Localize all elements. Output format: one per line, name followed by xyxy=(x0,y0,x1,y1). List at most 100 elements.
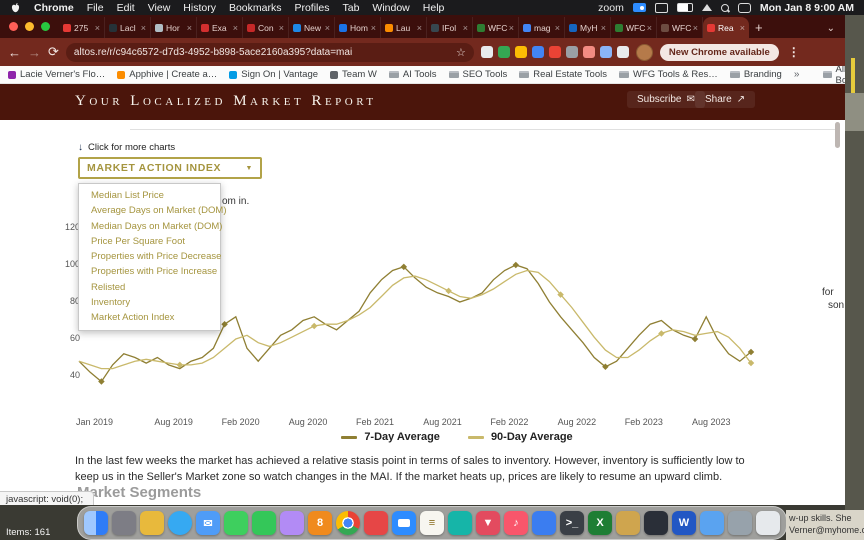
dock-icon-onedrive[interactable] xyxy=(700,511,724,535)
close-tab-icon[interactable]: × xyxy=(740,23,745,33)
extension-8-icon[interactable] xyxy=(599,46,612,58)
subscribe-button[interactable]: Subscribe ✉ xyxy=(627,91,705,108)
dock-icon-chrome[interactable] xyxy=(336,511,360,535)
dock-icon-music[interactable]: ♪ xyxy=(504,511,528,535)
dock-icon-keynote[interactable] xyxy=(644,511,668,535)
close-tab-icon[interactable]: × xyxy=(647,23,652,33)
new-tab-button[interactable]: + xyxy=(749,20,769,38)
click-more-charts[interactable]: ↓ Click for more charts xyxy=(78,142,175,153)
zoom-window-button[interactable] xyxy=(41,22,50,31)
dock-icon-zoom[interactable] xyxy=(392,511,416,535)
dock-icon-reminders[interactable] xyxy=(364,511,388,535)
close-tab-icon[interactable]: × xyxy=(371,23,376,33)
apple-logo-icon[interactable] xyxy=(10,2,21,14)
extension-1-icon[interactable] xyxy=(480,46,493,58)
close-tab-icon[interactable]: × xyxy=(279,23,284,33)
zoom-camera-icon[interactable] xyxy=(632,3,646,12)
tab-ifol-8[interactable]: IFol × xyxy=(427,17,473,38)
tab-wfc-9[interactable]: WFC × xyxy=(473,17,519,38)
dock-icon-notes[interactable]: ≡ xyxy=(420,511,444,535)
control-center-icon[interactable] xyxy=(737,2,751,13)
close-tab-icon[interactable]: × xyxy=(509,23,514,33)
browser-menu-icon[interactable]: ⋮ xyxy=(786,45,802,59)
close-tab-icon[interactable]: × xyxy=(325,23,330,33)
menu-chrome[interactable]: Chrome xyxy=(34,2,74,14)
menu-item-price-per-square-foot[interactable]: Price Per Square Foot xyxy=(79,234,220,249)
close-tab-icon[interactable]: × xyxy=(693,23,698,33)
bookmark-apphive-create-a-[interactable]: Apphive | Create a… xyxy=(117,69,217,80)
dock-icon-docs[interactable] xyxy=(532,511,556,535)
tab-rea-14[interactable]: Rea × xyxy=(703,17,749,38)
dock-icon-trash[interactable] xyxy=(756,511,780,535)
forward-button[interactable]: → xyxy=(28,45,41,60)
dock-icon-messages[interactable] xyxy=(224,511,248,535)
bookmark-ai-tools[interactable]: AI Tools xyxy=(388,69,437,80)
reload-button[interactable]: ⟳ xyxy=(48,44,59,60)
dock-icon-launchpad[interactable] xyxy=(112,511,136,535)
tab-exa-3[interactable]: Exa × xyxy=(197,17,243,38)
dock-icon-safari[interactable] xyxy=(168,511,192,535)
tab-lacl-1[interactable]: Lacl × xyxy=(105,17,151,38)
menu-item-market-action-index[interactable]: Market Action Index xyxy=(79,310,220,325)
dock-icon-terminal[interactable]: >_ xyxy=(560,511,584,535)
bookmark-wfg-tools-res-[interactable]: WFG Tools & Res… xyxy=(618,69,718,80)
spotlight-search-icon[interactable] xyxy=(720,3,729,12)
menu-item-median-days-on-market-dom-[interactable]: Median Days on Market (DOM) xyxy=(79,219,222,234)
url-text[interactable]: altos.re/r/c94c6572-d7d3-4952-b898-5ace2… xyxy=(74,47,450,58)
tab-search-chevron-icon[interactable]: ⌄ xyxy=(827,23,845,38)
menu-bar-clock[interactable]: Mon Jan 8 9:00 AM xyxy=(760,2,854,14)
close-tab-icon[interactable]: × xyxy=(463,23,468,33)
menu-view[interactable]: View xyxy=(148,2,171,14)
menu-profiles[interactable]: Profiles xyxy=(294,2,329,14)
dock-icon-maps[interactable]: ▼ xyxy=(476,511,500,535)
bookmarks-overflow-chevron[interactable]: » xyxy=(794,69,800,80)
address-bar[interactable]: altos.re/r/c94c6572-d7d3-4952-b898-5ace2… xyxy=(65,42,474,62)
extension-9-icon[interactable] xyxy=(616,46,629,58)
menu-tab[interactable]: Tab xyxy=(342,2,359,14)
dock-icon-folder[interactable] xyxy=(616,511,640,535)
close-tab-icon[interactable]: × xyxy=(233,23,238,33)
display-icon[interactable] xyxy=(654,2,668,13)
tab-hom-6[interactable]: Hom × xyxy=(335,17,381,38)
close-window-button[interactable] xyxy=(9,22,18,31)
menu-item-properties-with-price-decrease[interactable]: Properties with Price Decrease xyxy=(79,249,221,264)
bookmark-sign-on-vantage[interactable]: Sign On | Vantage xyxy=(229,69,318,80)
bookmark-branding[interactable]: Branding xyxy=(729,69,782,80)
dock-icon-finder[interactable] xyxy=(84,511,108,535)
dock-icon-excel[interactable]: X xyxy=(588,511,612,535)
page-scrollbar[interactable] xyxy=(835,122,840,148)
close-tab-icon[interactable]: × xyxy=(555,23,560,33)
tab-new-5[interactable]: New × xyxy=(289,17,335,38)
dock-icon-app-library[interactable] xyxy=(140,511,164,535)
extension-2-icon[interactable] xyxy=(497,46,510,58)
close-tab-icon[interactable]: × xyxy=(601,23,606,33)
tab-con-4[interactable]: Con × xyxy=(243,17,289,38)
extension-3-icon[interactable] xyxy=(514,46,527,58)
menu-item-properties-with-price-increase[interactable]: Properties with Price Increase xyxy=(79,264,220,279)
tab-mag-10[interactable]: mag × xyxy=(519,17,565,38)
tab-275-0[interactable]: 275 × xyxy=(59,17,105,38)
dock-icon-teams[interactable] xyxy=(448,511,472,535)
menu-item-average-days-on-market-dom-[interactable]: Average Days on Market (DOM) xyxy=(79,203,227,218)
zoom-menu-label[interactable]: zoom xyxy=(598,2,624,14)
extension-7-icon[interactable] xyxy=(582,46,595,58)
chrome-update-button[interactable]: New Chrome available xyxy=(659,43,779,61)
chart-select-dropdown[interactable]: Market Action Index ▼ xyxy=(78,157,262,179)
close-tab-icon[interactable]: × xyxy=(141,23,146,33)
tab-wfc-12[interactable]: WFC × xyxy=(611,17,657,38)
minimize-window-button[interactable] xyxy=(25,22,34,31)
menu-item-median-list-price[interactable]: Median List Price xyxy=(79,188,220,203)
bookmark-team-w[interactable]: Team W xyxy=(330,69,377,80)
battery-icon[interactable] xyxy=(676,3,693,12)
menu-edit[interactable]: Edit xyxy=(117,2,135,14)
tab-myh-11[interactable]: MyH × xyxy=(565,17,611,38)
share-button[interactable]: Share ↗ xyxy=(695,91,756,108)
menu-item-inventory[interactable]: Inventory xyxy=(79,295,220,310)
tab-wfc-13[interactable]: WFC × xyxy=(657,17,703,38)
close-tab-icon[interactable]: × xyxy=(417,23,422,33)
menu-help[interactable]: Help xyxy=(423,2,445,14)
bookmark-real-estate-tools[interactable]: Real Estate Tools xyxy=(519,69,607,80)
menu-window[interactable]: Window xyxy=(372,2,409,14)
extension-6-icon[interactable] xyxy=(565,46,578,58)
dock-icon-facetime[interactable] xyxy=(252,511,276,535)
